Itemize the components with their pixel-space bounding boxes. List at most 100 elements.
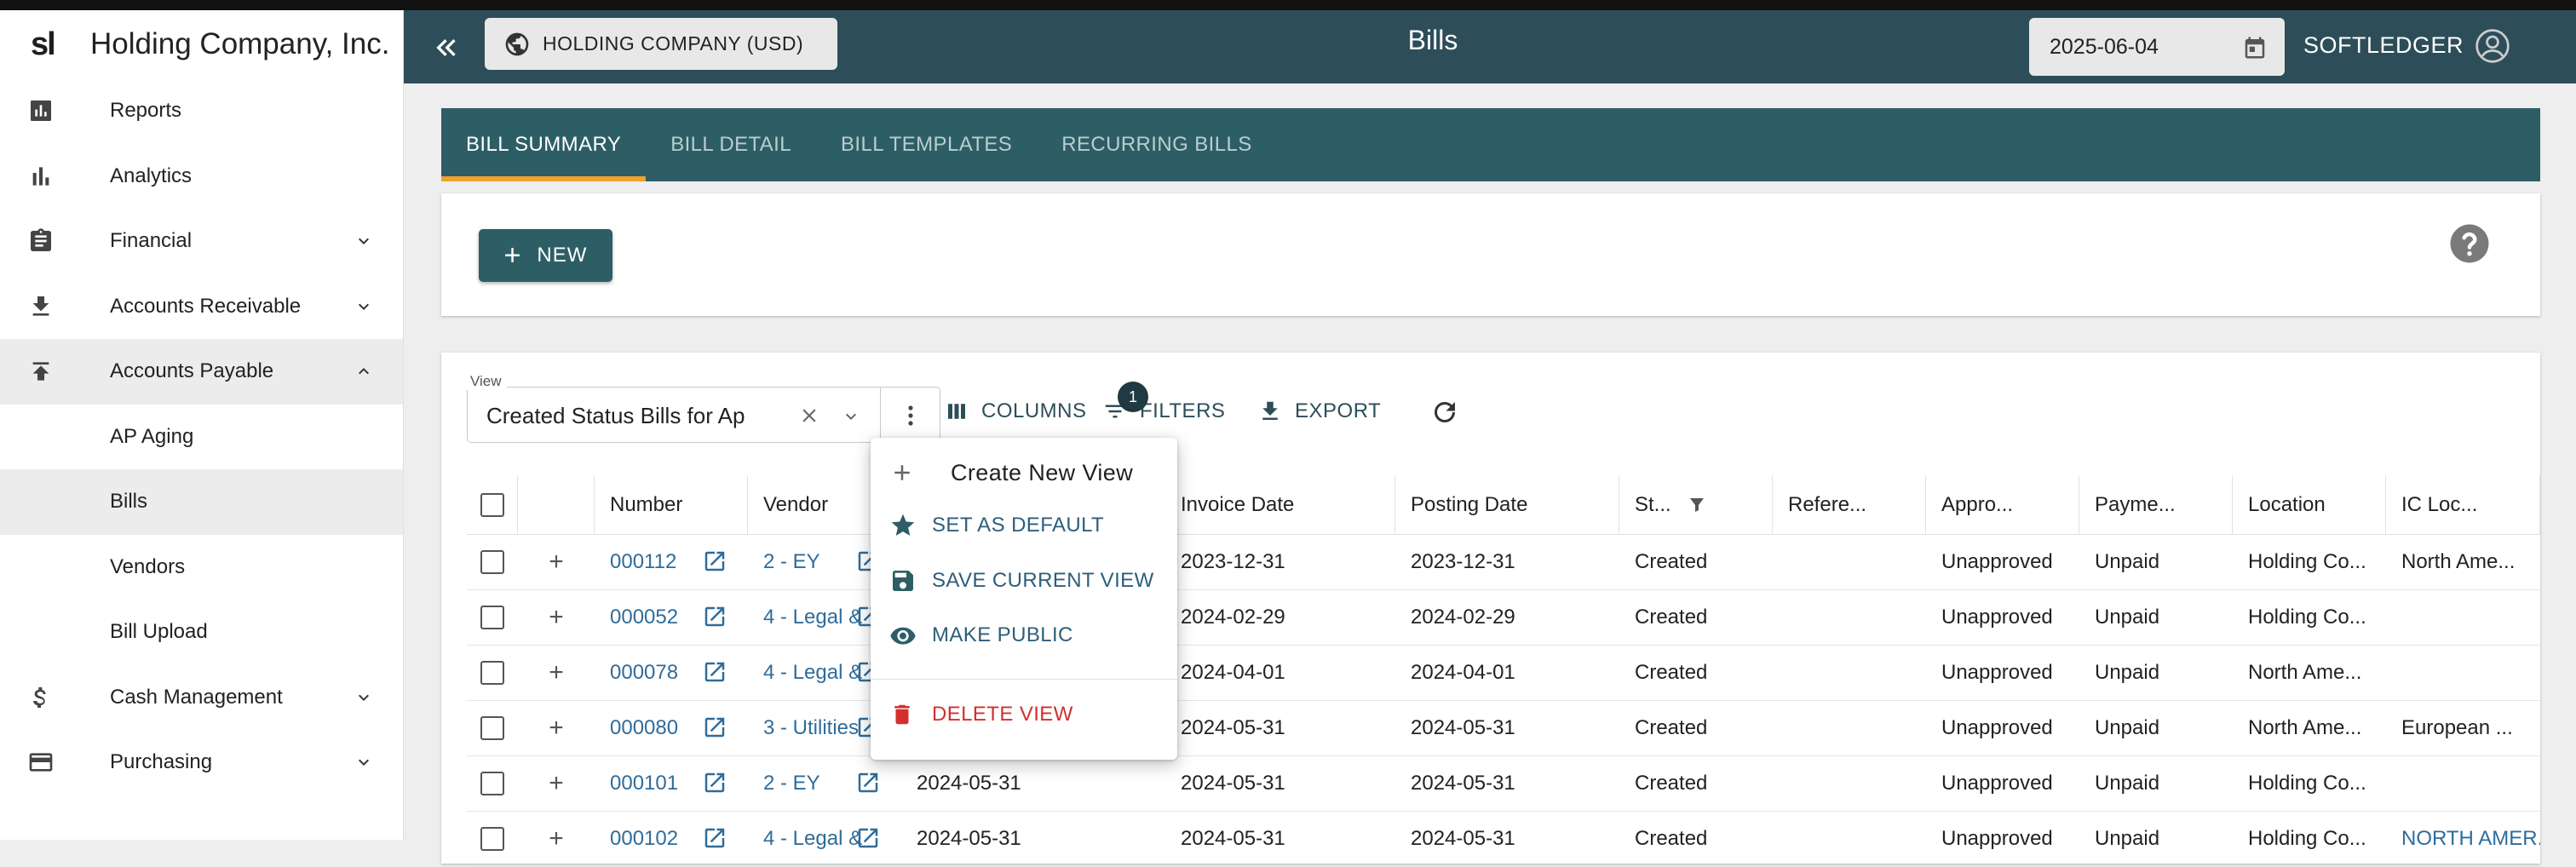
brand[interactable]: sl Holding Company, Inc. <box>0 10 403 78</box>
chevron-up-icon[interactable] <box>354 361 374 382</box>
save-current-view-item[interactable]: SAVE CURRENT VIEW <box>871 554 1177 607</box>
create-new-view-item[interactable]: Create New View <box>871 446 1177 499</box>
chevron-down-icon[interactable] <box>354 752 374 772</box>
expand-row-icon[interactable]: + <box>549 603 564 632</box>
sidebar-item-ap-aging[interactable]: AP Aging <box>0 405 403 470</box>
row-checkbox[interactable] <box>480 550 504 574</box>
bar-chart-icon <box>26 95 56 126</box>
row-checkbox[interactable] <box>480 772 504 795</box>
table-cell-text[interactable]: 000112 <box>610 550 676 574</box>
expand-row-icon[interactable]: + <box>549 658 564 687</box>
row-expand-cell: + <box>518 701 595 755</box>
table-cell-text[interactable]: 4 - Legal & <box>763 661 862 685</box>
open-in-new-icon[interactable] <box>702 659 727 685</box>
expand-row-icon[interactable]: + <box>549 824 564 853</box>
sidebar-item-accounts-receivable[interactable]: Accounts Receivable <box>0 274 403 340</box>
open-in-new-icon[interactable] <box>702 604 727 629</box>
row-checkbox[interactable] <box>480 827 504 851</box>
table-cell-text[interactable]: 4 - Legal & <box>763 827 862 851</box>
open-in-new-icon[interactable] <box>702 825 727 851</box>
refresh-icon[interactable] <box>1429 397 1460 428</box>
columns-button[interactable]: COLUMNS <box>944 399 1087 424</box>
sidebar-item-reports[interactable]: Reports <box>0 78 403 144</box>
column-header[interactable]: IC Loc... <box>2386 475 2540 534</box>
sidebar-item-bills[interactable]: Bills <box>0 469 403 535</box>
table-cell-text[interactable]: NORTH AMER... <box>2401 827 2540 851</box>
column-header[interactable]: Location <box>2233 475 2386 534</box>
table-cell-text[interactable]: 3 - Utilities <box>763 716 859 740</box>
column-header[interactable]: St... <box>1619 475 1773 534</box>
table-row[interactable]: +000078 4 - Legal & 2024-04-01 2024-04-01 Cr… <box>467 646 2540 701</box>
clear-icon[interactable] <box>798 405 820 427</box>
row-checkbox[interactable] <box>480 661 504 685</box>
plus-icon: + <box>503 239 522 272</box>
view-selector[interactable]: Created Status Bills for Ap <box>467 387 881 443</box>
column-header[interactable]: Payme... <box>2079 475 2233 534</box>
view-menu-button[interactable] <box>881 387 940 443</box>
set-as-default-item[interactable]: SET AS DEFAULT <box>871 499 1177 552</box>
open-in-new-icon[interactable] <box>855 825 881 851</box>
table-row[interactable]: +000052 4 - Legal & 2024-02-29 2024-02-29 Cr… <box>467 590 2540 646</box>
date-picker[interactable] <box>2029 18 2285 76</box>
delete-view-label: DELETE VIEW <box>932 703 1073 726</box>
table-cell-text[interactable]: 000078 <box>610 661 678 685</box>
column-header[interactable]: Refere... <box>1773 475 1926 534</box>
tab-recurring-bills[interactable]: RECURRING BILLS <box>1037 108 1276 181</box>
table-cell-text[interactable]: 4 - Legal & <box>763 606 862 629</box>
sidebar-item-bill-upload[interactable]: Bill Upload <box>0 600 403 665</box>
new-bill-button[interactable]: + NEW <box>479 229 612 282</box>
select-all-checkbox[interactable] <box>480 492 504 517</box>
table-row[interactable]: +000080 3 - Utilities 2024-05-31 2024-05-31… <box>467 701 2540 756</box>
chevron-down-icon[interactable] <box>354 296 374 317</box>
open-in-new-icon[interactable] <box>702 770 727 795</box>
open-in-new-icon[interactable] <box>702 715 727 740</box>
table-cell-text[interactable]: 2 - EY <box>763 772 820 795</box>
table-cell: 2024-05-31 <box>901 812 1165 866</box>
table-cell-text[interactable]: 000101 <box>610 772 678 795</box>
row-checkbox[interactable] <box>480 716 504 740</box>
table-cell-text[interactable]: 000080 <box>610 716 678 740</box>
column-header[interactable]: Invoice Date <box>1165 475 1395 534</box>
filter-icon[interactable] <box>1687 495 1707 515</box>
chevron-down-icon[interactable] <box>354 687 374 708</box>
open-in-new-icon[interactable] <box>855 770 881 795</box>
table-cell-text: Unpaid <box>2095 550 2160 573</box>
user-name[interactable]: SOFTLEDGER <box>2303 32 2464 59</box>
sidebar-item-purchasing[interactable]: Purchasing <box>0 730 403 795</box>
row-checkbox[interactable] <box>480 606 504 629</box>
table-cell-text: 2024-05-31 <box>1411 772 1515 795</box>
delete-view-item[interactable]: DELETE VIEW <box>871 688 1177 741</box>
expand-row-icon[interactable]: + <box>549 769 564 798</box>
column-header[interactable]: Appro... <box>1926 475 2079 534</box>
table-row[interactable]: +000101 2 - EY 2024-05-31 2024-05-31 2024-05… <box>467 756 2540 812</box>
table-cell-text[interactable]: 000052 <box>610 606 678 629</box>
expand-row-icon[interactable]: + <box>549 714 564 743</box>
table-row[interactable]: +000112 2 - EY 2023-12-31 2023-12-31 Created… <box>467 535 2540 590</box>
table-cell: Holding Co... <box>2233 812 2386 866</box>
tab-bill-templates[interactable]: BILL TEMPLATES <box>816 108 1037 181</box>
sidebar-item-financial[interactable]: Financial <box>0 209 403 274</box>
column-header[interactable]: Number <box>595 475 748 534</box>
tab-bill-detail[interactable]: BILL DETAIL <box>646 108 816 181</box>
table-cell-text[interactable]: 000102 <box>610 827 678 851</box>
sidebar-item-vendors[interactable]: Vendors <box>0 535 403 600</box>
table-cell: 2024-05-31 <box>1165 756 1395 811</box>
help-icon[interactable] <box>2447 221 2493 267</box>
table-cell-text[interactable]: 2 - EY <box>763 550 820 574</box>
user-account-icon[interactable] <box>2474 27 2511 65</box>
make-public-item[interactable]: MAKE PUBLIC <box>871 609 1177 662</box>
date-input[interactable] <box>2050 35 2237 60</box>
open-in-new-icon[interactable] <box>702 548 727 574</box>
sidebar: sl Holding Company, Inc. Reports Analytic… <box>0 10 404 840</box>
sidebar-item-accounts-payable[interactable]: Accounts Payable <box>0 339 403 405</box>
export-button[interactable]: EXPORT <box>1257 399 1381 424</box>
tab-bill-summary[interactable]: BILL SUMMARY <box>441 108 647 181</box>
column-header[interactable]: Posting Date <box>1395 475 1619 534</box>
row-expand-cell: + <box>518 646 595 700</box>
expand-row-icon[interactable]: + <box>549 548 564 577</box>
sidebar-item-cash-management[interactable]: Cash Management <box>0 665 403 731</box>
chevron-down-icon[interactable] <box>354 231 374 251</box>
calendar-icon[interactable] <box>2242 35 2268 60</box>
chevron-down-icon[interactable] <box>841 406 861 427</box>
sidebar-item-analytics[interactable]: Analytics <box>0 144 403 210</box>
